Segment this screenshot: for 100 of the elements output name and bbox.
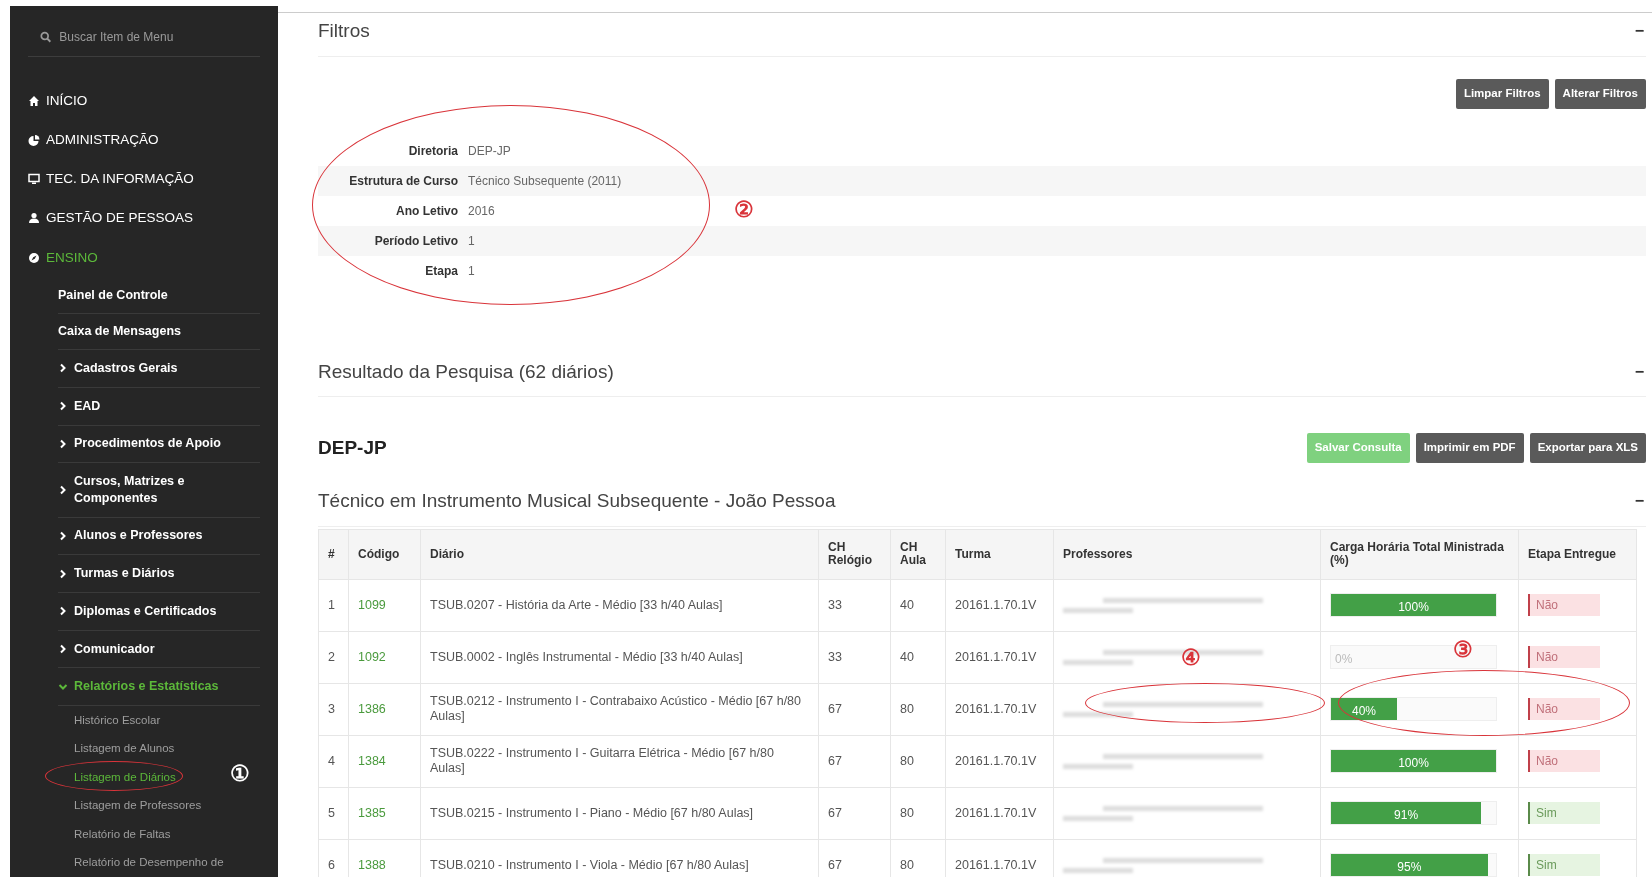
action-button[interactable]: Exportar para XLS xyxy=(1529,433,1646,463)
pie-chart-icon xyxy=(28,133,40,146)
code-link[interactable]: 1099 xyxy=(358,597,386,612)
menu-item[interactable]: Procedimentos de Apoio xyxy=(58,425,260,464)
table-cell: 20161.1.70.1V xyxy=(945,631,1054,683)
menu-item[interactable]: Turmas e Diários xyxy=(58,555,260,594)
search-field[interactable]: Buscar Item de Menu xyxy=(59,28,248,46)
field-label: Etapa xyxy=(424,262,459,280)
field-value: Técnico Subsequente (2011) xyxy=(468,172,622,190)
field-value: 2016 xyxy=(468,202,495,220)
status-badge: Não xyxy=(1528,750,1600,772)
field-label: Estrutura de Curso xyxy=(348,172,459,190)
table-cell: 80 xyxy=(890,735,946,787)
table-cell: 2 xyxy=(318,631,349,683)
table-cell: 4 xyxy=(318,735,349,787)
code-link[interactable]: 1092 xyxy=(358,649,386,664)
table-cell: 20161.1.70.1V xyxy=(945,579,1054,631)
field-value: 1 xyxy=(468,262,475,280)
table-cell: 33 xyxy=(818,579,891,631)
field-label: Ano Letivo xyxy=(395,202,459,220)
menu-item[interactable]: INÍCIO xyxy=(28,81,260,121)
collapse-button[interactable]: − xyxy=(1632,489,1646,514)
filter-button[interactable]: Alterar Filtros xyxy=(1554,78,1646,109)
table-cell: 67 xyxy=(818,787,891,839)
table-cell: 40 xyxy=(890,631,946,683)
status-badge: Não xyxy=(1528,698,1600,720)
menu-item[interactable]: ENSINO xyxy=(28,238,260,278)
annotation-number: ③ xyxy=(1453,638,1473,662)
menu-item[interactable]: Caixa de Mensagens xyxy=(58,313,260,351)
menu-item[interactable]: Painel de Controle xyxy=(58,277,260,314)
code-link[interactable]: 1384 xyxy=(358,753,386,768)
table-cell: 5 xyxy=(318,787,349,839)
table-cell: TSUB.0207 - História da Arte - Médio [33 h/40 Aulas] xyxy=(420,579,819,631)
progress-label: 40% xyxy=(1351,703,1377,720)
status-badge: Não xyxy=(1528,646,1600,668)
menu-item[interactable]: ADMINISTRAÇÃO xyxy=(28,120,260,160)
table-cell: 67 xyxy=(818,735,891,787)
table-cell: 20161.1.70.1V xyxy=(945,683,1054,735)
progress-label: 91% xyxy=(1393,807,1420,824)
column-header: Etapa Entregue xyxy=(1518,529,1637,579)
table-cell: TSUB.0215 - Instrumento I - Piano - Médio [67 h/80 Aulas] xyxy=(420,787,819,839)
collapse-button[interactable]: − xyxy=(1632,19,1646,44)
section-title: Resultado da Pesquisa (62 diários) xyxy=(318,359,614,384)
table-cell: 67 xyxy=(818,683,891,735)
column-header: Diário xyxy=(420,529,819,579)
progress-label: 100% xyxy=(1397,755,1430,772)
section-title: Técnico em Instrumento Musical Subsequente - João Pessoa xyxy=(318,489,836,513)
field-label: Diretoria xyxy=(407,142,459,160)
menu-item[interactable]: Relatório de Desempenho de xyxy=(74,848,224,877)
menu-item[interactable]: Cursos, Matrizes e Componentes xyxy=(58,463,260,518)
menu-item[interactable]: TEC. DA INFORMAÇÃO xyxy=(28,159,260,199)
column-header: # xyxy=(318,529,349,579)
table-cell: TSUB.0222 - Instrumento I - Guitarra Elétrica - Médio [67 h/80 Aulas] xyxy=(420,735,819,787)
annotation-number: ① xyxy=(230,762,250,786)
column-header: Professores xyxy=(1053,529,1321,579)
menu-item[interactable]: Cadastros Gerais xyxy=(58,350,260,388)
menu-item[interactable]: Diplomas e Certificados xyxy=(58,593,260,631)
home-icon xyxy=(28,94,40,107)
table-cell: 80 xyxy=(890,787,946,839)
compass-icon xyxy=(28,251,40,264)
menu-item[interactable]: Alunos e Professores xyxy=(58,517,260,556)
menu-item[interactable]: Relatório de Faltas xyxy=(74,820,171,849)
field-label: Período Letivo xyxy=(373,232,459,250)
menu-item[interactable]: Listagem de Professores xyxy=(74,791,202,821)
field-value: DEP-JP xyxy=(468,142,511,160)
table-cell: 1 xyxy=(318,579,349,631)
section-title: Filtros xyxy=(318,19,370,43)
menu-item[interactable]: Relatórios e Estatísticas xyxy=(58,668,260,707)
progress-label: 0% xyxy=(1335,651,1353,668)
progress-label: 95% xyxy=(1396,859,1423,876)
column-header: Carga Horária Total Ministrada (%) xyxy=(1320,529,1519,579)
progress-label: 100% xyxy=(1397,599,1430,616)
filter-button[interactable]: Limpar Filtros xyxy=(1455,78,1549,109)
menu-item[interactable]: Histórico Escolar xyxy=(74,706,161,735)
column-header: Turma xyxy=(945,529,1054,579)
user-icon xyxy=(28,212,40,225)
table-cell: TSUB.0002 - Inglês Instrumental - Médio [33 h/40 Aulas] xyxy=(420,631,819,683)
annotation-number: ④ xyxy=(1181,646,1201,670)
search-icon xyxy=(40,31,52,43)
annotation-number: ② xyxy=(734,198,754,222)
table-cell: 40 xyxy=(890,579,946,631)
table-cell: 20161.1.70.1V xyxy=(945,787,1054,839)
table-cell: TSUB.0212 - Instrumento I - Contrabaixo Acústico - Médio [67 h/80 Aulas] xyxy=(420,683,819,735)
menu-item[interactable]: Comunicador xyxy=(58,630,260,669)
status-badge: Não xyxy=(1528,594,1600,616)
menu-item[interactable]: EAD xyxy=(58,387,260,426)
collapse-button[interactable]: − xyxy=(1632,359,1646,384)
menu-item[interactable]: GESTÃO DE PESSOAS xyxy=(28,198,260,239)
table-cell: 3 xyxy=(318,683,349,735)
action-button[interactable]: Imprimir em PDF xyxy=(1415,433,1524,463)
code-link[interactable]: 1386 xyxy=(358,701,386,716)
status-badge: Sim xyxy=(1528,802,1600,824)
monitor-icon xyxy=(28,173,40,186)
code-link[interactable]: 1385 xyxy=(358,805,386,820)
column-header: CH Aula xyxy=(890,529,946,579)
group-title: DEP-JP xyxy=(318,435,387,460)
menu-item[interactable]: Listagem de Diários xyxy=(74,763,176,792)
code-link[interactable]: 1388 xyxy=(358,857,386,872)
status-badge: Sim xyxy=(1528,854,1600,876)
menu-item[interactable]: Listagem de Alunos xyxy=(74,734,175,764)
